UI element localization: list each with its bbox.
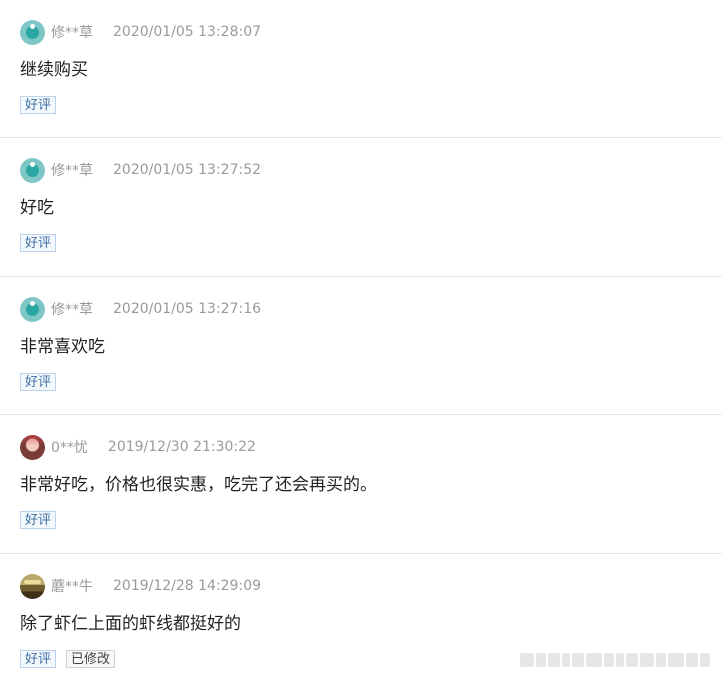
scrollbar-segment: [604, 653, 614, 667]
review-timestamp: 2019/12/30 21:30:22: [107, 439, 256, 455]
scrollbar-segment: [572, 653, 584, 667]
scrollbar-segment: [700, 653, 710, 667]
review-timestamp: 2020/01/05 13:27:52: [113, 162, 262, 178]
review-username[interactable]: 修**草: [51, 299, 93, 319]
scrollbar-segment: [616, 653, 624, 667]
review-item: 修**草 2020/01/05 13:28:07 继续购买 好评: [0, 0, 722, 138]
review-meta: 蘑**牛 2019/12/28 14:29:09: [20, 573, 261, 599]
review-content: 非常好吃，价格也很实惠，吃完了还会再买的。: [20, 475, 377, 495]
review-item: 修**草 2020/01/05 13:27:52 好吃 好评: [0, 138, 722, 277]
review-tags: 好评: [20, 96, 57, 114]
review-item: 修**草 2020/01/05 13:27:16 非常喜欢吃 好评: [0, 277, 722, 415]
review-meta: 修**草 2020/01/05 13:27:52: [20, 157, 261, 183]
review-content: 好吃: [20, 198, 54, 218]
review-username[interactable]: 蘑**牛: [51, 576, 93, 596]
scrollbar-segment: [520, 653, 534, 667]
positive-review-tag: 好评: [20, 511, 57, 529]
teal-default-avatar-icon[interactable]: [20, 296, 45, 322]
teal-default-avatar-icon[interactable]: [20, 19, 45, 45]
review-username[interactable]: 0**忧: [51, 437, 88, 457]
review-item: 0**忧 2019/12/30 21:30:22 非常好吃，价格也很实惠，吃完了…: [0, 415, 722, 554]
review-tags: 好评 已修改: [20, 650, 116, 668]
scrollbar-segment: [640, 653, 654, 667]
review-content: 非常喜欢吃: [20, 337, 105, 357]
review-timestamp: 2020/01/05 13:28:07: [113, 24, 262, 40]
review-tags: 好评: [20, 511, 57, 529]
review-tags: 好评: [20, 373, 57, 391]
scrollbar-segment: [562, 653, 570, 667]
positive-review-tag: 好评: [20, 373, 57, 391]
scrollbar-segment: [586, 653, 602, 667]
scrollbar-segment: [626, 653, 638, 667]
review-timestamp: 2019/12/28 14:29:09: [113, 578, 262, 594]
scrollbar-segment: [548, 653, 560, 667]
user-photo-avatar-icon[interactable]: [20, 573, 45, 599]
scrollbar-segment: [686, 653, 698, 667]
edited-tag: 已修改: [66, 650, 116, 668]
user-photo-avatar-icon[interactable]: [20, 434, 45, 460]
teal-default-avatar-icon[interactable]: [20, 157, 45, 183]
review-meta: 修**草 2020/01/05 13:28:07: [20, 19, 261, 45]
review-content: 除了虾仁上面的虾线都挺好的: [20, 614, 241, 634]
scrollbar-segment: [536, 653, 546, 667]
positive-review-tag: 好评: [20, 650, 57, 668]
review-username[interactable]: 修**草: [51, 22, 93, 42]
review-meta: 0**忧 2019/12/30 21:30:22: [20, 434, 256, 460]
review-meta: 修**草 2020/01/05 13:27:16: [20, 296, 261, 322]
review-content: 继续购买: [20, 60, 88, 80]
positive-review-tag: 好评: [20, 234, 57, 252]
scrollbar-segment: [668, 653, 684, 667]
horizontal-scrollbar[interactable]: [520, 652, 710, 668]
positive-review-tag: 好评: [20, 96, 57, 114]
scrollbar-segment: [656, 653, 666, 667]
review-username[interactable]: 修**草: [51, 160, 93, 180]
review-list: 修**草 2020/01/05 13:28:07 继续购买 好评 修**草 20…: [0, 0, 722, 688]
review-timestamp: 2020/01/05 13:27:16: [113, 301, 262, 317]
review-tags: 好评: [20, 234, 57, 252]
